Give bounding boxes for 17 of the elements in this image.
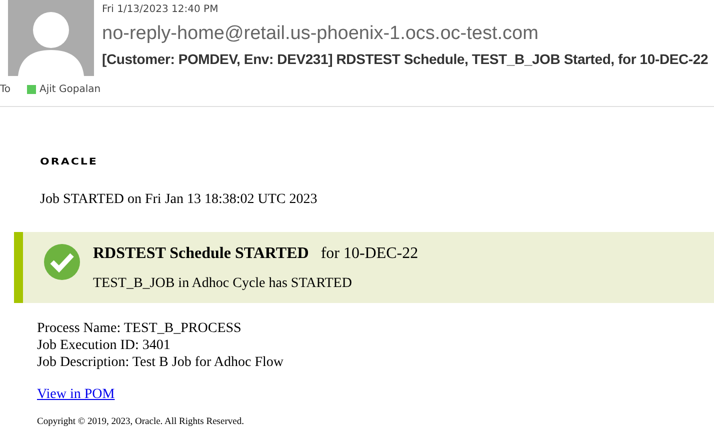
oracle-logo: ORACLE bbox=[40, 156, 98, 168]
job-started-text: Job STARTED on Fri Jan 13 18:38:02 UTC 2023 bbox=[40, 192, 318, 208]
banner-title: RDSTEST Schedule STARTED bbox=[93, 245, 309, 263]
check-icon bbox=[43, 243, 81, 281]
view-link[interactable]: View in POM bbox=[37, 387, 115, 403]
email-date: Fri 1/13/2023 12:40 PM bbox=[102, 4, 220, 15]
copyright-text: Copyright © 2019, 2023, Oracle. All Rights Reserved. bbox=[37, 417, 244, 427]
avatar-icon bbox=[8, 0, 94, 76]
banner-message: TEST_B_JOB in Adhoc Cycle has STARTED bbox=[93, 276, 353, 292]
detail-line: Job Execution ID: 3401 bbox=[37, 337, 170, 354]
recipient-name[interactable]: Ajit Gopalan bbox=[40, 84, 101, 94]
email-subject: [Customer: POMDEV, Env: DEV231] RDSTEST Schedule, TEST_B_JOB Started, for 10-DEC-22 bbox=[102, 51, 708, 67]
to-label: To bbox=[0, 84, 11, 94]
detail-line: Job Description: Test B Job for Adhoc Flow bbox=[37, 354, 284, 371]
detail-line: Process Name: TEST_B_PROCESS bbox=[37, 320, 242, 337]
sender-address: no-reply-home@retail.us-phoenix-1.ocs.oc-test.com bbox=[102, 23, 540, 45]
banner-date: for 10-DEC-22 bbox=[320, 245, 418, 263]
